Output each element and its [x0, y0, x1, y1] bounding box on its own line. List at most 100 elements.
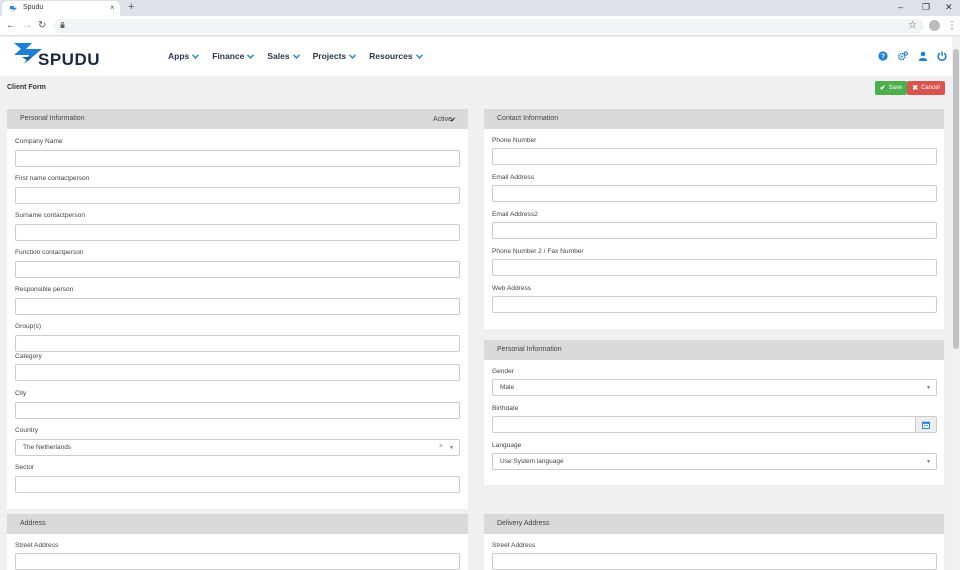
active-checkbox[interactable]: ✔: [450, 116, 456, 124]
nav-projects[interactable]: Projects: [313, 51, 357, 61]
cancel-label: Cancel: [921, 85, 940, 91]
first-name-input[interactable]: [15, 187, 460, 204]
field-label: Company Name: [15, 138, 63, 145]
save-label: Save: [888, 85, 903, 91]
field-label: Category: [15, 353, 42, 360]
chevron-down-icon: [192, 53, 200, 59]
nav-sales[interactable]: Sales: [267, 51, 300, 61]
scrollbar-thumb[interactable]: [953, 49, 959, 349]
surname-input[interactable]: [15, 224, 460, 241]
nav-label: Projects: [312, 51, 347, 61]
field-label: First name contactperson: [15, 175, 90, 182]
power-icon[interactable]: [937, 51, 947, 61]
caret-down-icon: ▼: [926, 385, 931, 391]
help-icon[interactable]: ?: [878, 51, 888, 61]
spudu-favicon-icon: [10, 6, 18, 12]
company-name-input[interactable]: [15, 150, 460, 167]
city-input[interactable]: [15, 402, 460, 419]
web-input[interactable]: [492, 296, 937, 313]
phone-input[interactable]: [492, 148, 937, 165]
field-label: Responsible person: [15, 286, 74, 293]
profile-avatar[interactable]: [929, 20, 940, 31]
selected-value: Male: [500, 384, 515, 391]
country-select[interactable]: The Netherlands × ▼: [15, 439, 460, 456]
tab-close-icon[interactable]: ×: [110, 3, 115, 13]
email2-field: Email Address2: [492, 211, 937, 239]
logo-text: SPUDU: [38, 50, 101, 69]
settings-icon[interactable]: [898, 51, 908, 61]
chevron-down-icon: [415, 53, 423, 59]
page-scrollbar[interactable]: [952, 37, 960, 570]
company-name-field: Company Name: [15, 138, 460, 167]
address-bar[interactable]: [54, 19, 924, 33]
restore-icon[interactable]: ❐: [922, 1, 930, 13]
category-field: Category: [15, 353, 460, 381]
email-input[interactable]: [492, 185, 937, 202]
birthdate-input[interactable]: [492, 416, 937, 433]
panel-title: Personal Information: [20, 115, 85, 122]
panel-title: Personal Information: [497, 346, 562, 353]
phone2-field: Phone Number 2 / Fax Number: [492, 248, 937, 276]
email2-input[interactable]: [492, 222, 937, 239]
street-address-input[interactable]: [15, 553, 460, 570]
function-field: Function contactperson: [15, 249, 460, 278]
forward-icon[interactable]: →: [22, 19, 32, 32]
field-label: Email Address2: [492, 211, 538, 218]
panel-header: Contact Information: [484, 109, 944, 129]
back-icon[interactable]: ←: [6, 19, 16, 32]
phone2-input[interactable]: [492, 259, 937, 276]
first-name-field: First name contactperson: [15, 175, 460, 204]
field-label: Phone Number 2 / Fax Number: [492, 248, 584, 255]
sector-field: Sector: [15, 464, 460, 493]
chevron-down-icon: [349, 53, 357, 59]
responsible-input[interactable]: [15, 298, 460, 315]
tab-title: Spudu: [23, 4, 44, 11]
birthdate-field: Birthdate: [492, 405, 937, 433]
responsible-field: Responsible person: [15, 286, 460, 315]
language-field: Language Use System language ▼: [492, 442, 937, 470]
panel-title: Contact Information: [497, 115, 559, 122]
contact-info-panel: Contact Information Phone Number Email A…: [484, 109, 944, 329]
caret-down-icon: ▼: [926, 459, 931, 465]
function-input[interactable]: [15, 261, 460, 278]
nav-label: Finance: [212, 51, 245, 61]
field-label: Surname contactperson: [15, 212, 86, 219]
reload-icon[interactable]: ↻: [38, 19, 46, 32]
nav-finance[interactable]: Finance: [212, 51, 255, 61]
field-label: Gender: [492, 368, 514, 375]
sector-input[interactable]: [15, 476, 460, 493]
category-input[interactable]: [15, 364, 460, 381]
cancel-button[interactable]: ✖ Cancel: [907, 81, 945, 95]
chevron-down-icon: [247, 53, 255, 59]
field-label: Phone Number: [492, 137, 537, 144]
bookmark-star-icon[interactable]: ☆: [908, 19, 917, 32]
country-field: Country The Netherlands × ▼: [15, 427, 460, 456]
minimize-icon[interactable]: –: [898, 1, 903, 13]
caret-down-icon: ▼: [449, 445, 454, 451]
email-field: Email Address: [492, 174, 937, 202]
browser-toolbar: ← → ↻ ☆ ⋮: [0, 16, 960, 36]
groups-input[interactable]: [15, 335, 460, 352]
nav-label: Apps: [168, 51, 190, 61]
clear-icon[interactable]: ×: [439, 443, 443, 450]
web-field: Web Address: [492, 285, 937, 313]
selected-value: The Netherlands: [23, 444, 72, 451]
new-tab-icon[interactable]: +: [128, 1, 134, 14]
groups-field: Group(s): [15, 323, 460, 352]
delivery-address-panel: Delivery Address Street Address: [484, 514, 944, 570]
language-select[interactable]: Use System language ▼: [492, 453, 937, 470]
calendar-button[interactable]: [915, 417, 936, 432]
delivery-street-input[interactable]: [492, 553, 937, 570]
browser-tab[interactable]: Spudu ×: [2, 1, 120, 16]
browser-menu-icon[interactable]: ⋮: [947, 19, 957, 32]
field-label: Street Address: [15, 542, 59, 549]
user-icon[interactable]: [918, 51, 928, 61]
window-close-icon[interactable]: ✕: [945, 1, 953, 13]
save-button[interactable]: ✔ Save: [875, 81, 907, 95]
gender-select[interactable]: Male ▼: [492, 379, 937, 396]
nav-apps[interactable]: Apps: [168, 51, 200, 61]
nav-resources[interactable]: Resources: [369, 51, 423, 61]
browser-tab-bar: Spudu × + – ❐ ✕: [0, 0, 960, 16]
field-label: Sector: [15, 464, 35, 471]
field-label: Web Address: [492, 285, 532, 292]
